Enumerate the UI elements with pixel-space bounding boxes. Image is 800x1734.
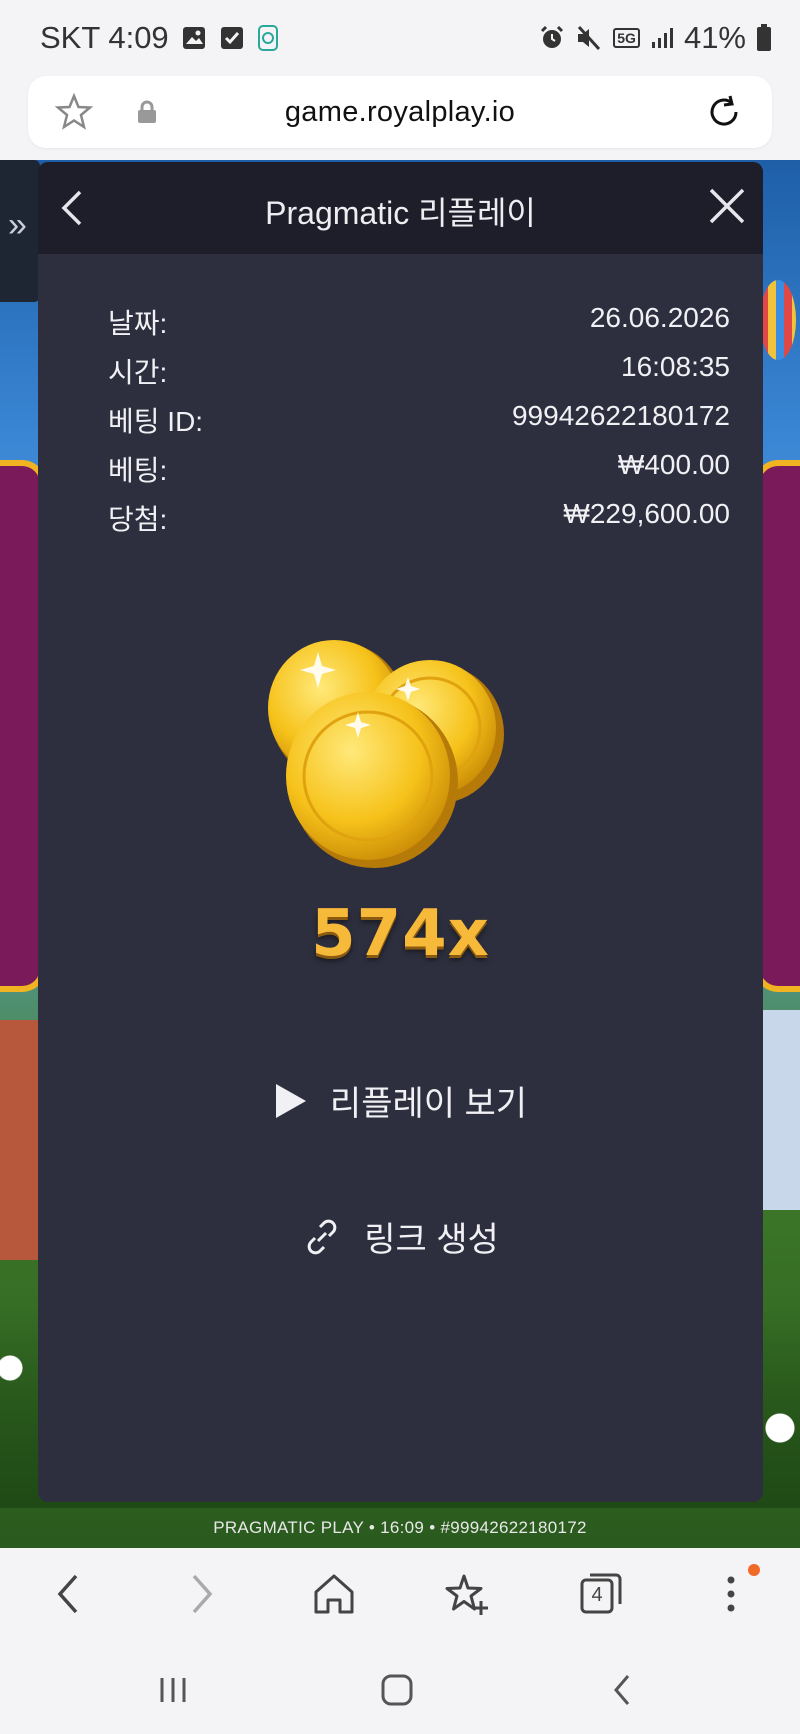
balloon-decoration: [760, 280, 796, 360]
date-value: 26.06.2026: [589, 302, 730, 333]
address-bar[interactable]: game.royalplay.io: [28, 76, 772, 148]
info-row-bet: 베팅: ₩400.00: [108, 449, 730, 498]
gallery-icon: [182, 27, 205, 49]
info-row-win: 당첨: ₩229,600.00: [108, 498, 730, 547]
reload-icon[interactable]: [704, 92, 744, 132]
home-icon[interactable]: [312, 1570, 356, 1618]
close-icon[interactable]: [705, 184, 749, 228]
notification-dot: [748, 1564, 760, 1576]
info-row-bet-id: 베팅 ID: 99942622180172: [108, 400, 730, 449]
home-nav-icon[interactable]: [380, 1674, 414, 1706]
app-notification-icon: [257, 25, 278, 51]
system-navbar: [0, 1638, 800, 1734]
network-type: 5G: [613, 28, 640, 48]
status-left: SKT 4:09: [40, 20, 279, 56]
win-multiplier: 574x: [311, 897, 490, 971]
win-label: 당첨:: [108, 504, 168, 535]
bet-id-value: 99942622180172: [511, 400, 730, 431]
browser-navbar: 4: [0, 1548, 800, 1638]
info-row-time: 시간: 16:08:35: [108, 351, 730, 400]
recent-apps-icon[interactable]: [156, 1674, 190, 1706]
bet-id-label: 베팅 ID:: [108, 406, 204, 437]
side-menu-toggle[interactable]: »: [0, 160, 40, 302]
more-menu-icon[interactable]: [716, 1570, 746, 1618]
mute-icon: [578, 25, 601, 51]
win-value: ₩229,600.00: [563, 498, 730, 529]
info-row-date: 날짜: 26.06.2026: [108, 302, 730, 351]
tab-count: 4: [591, 1584, 603, 1606]
double-chevron-right-icon: »: [8, 206, 27, 244]
play-icon: [275, 1083, 306, 1118]
signal-icon: [651, 28, 673, 48]
battery-percent: 41%: [683, 20, 746, 55]
carrier-time: SKT 4:09: [40, 20, 169, 55]
bet-info-list: 날짜: 26.06.2026 시간: 16:08:35 베팅 ID: 99942…: [108, 302, 730, 547]
bet-value: ₩400.00: [617, 449, 730, 480]
back-nav-icon[interactable]: [610, 1674, 634, 1706]
back-icon[interactable]: [48, 1570, 88, 1618]
create-link-label: 링크 생성: [364, 1221, 499, 1259]
tabs-button[interactable]: 4: [578, 1570, 624, 1618]
url-text[interactable]: game.royalplay.io: [28, 96, 772, 129]
status-right: 5G 41%: [539, 20, 772, 56]
alarm-icon: [541, 25, 564, 48]
create-link-button[interactable]: 링크 생성: [38, 1212, 763, 1261]
bookmarks-icon[interactable]: [444, 1570, 490, 1618]
gold-coins-icon: [268, 640, 504, 868]
status-bar: SKT 4:09 5G 41%: [0, 0, 800, 78]
time-value: 16:08:35: [621, 351, 730, 382]
checkbox-icon: [220, 27, 243, 49]
house-decoration-left: [0, 1020, 40, 1260]
modal-title: Pragmatic 리플레이: [265, 195, 536, 231]
link-icon: [307, 1219, 337, 1254]
date-label: 날짜:: [108, 308, 168, 339]
view-replay-button[interactable]: 리플레이 보기: [38, 1076, 763, 1125]
time-label: 시간:: [108, 357, 168, 388]
game-footer: PRAGMATIC PLAY • 16:09 • #99942622180172: [213, 1518, 587, 1537]
modal-header: Pragmatic 리플레이: [38, 162, 763, 254]
view-replay-label: 리플레이 보기: [329, 1085, 528, 1123]
forward-icon[interactable]: [182, 1570, 222, 1618]
replay-modal: Pragmatic 리플레이 날짜: 26.06.2026 시간: 16:08:…: [38, 162, 763, 1502]
bet-label: 베팅:: [108, 455, 168, 486]
battery-icon: [757, 24, 771, 51]
